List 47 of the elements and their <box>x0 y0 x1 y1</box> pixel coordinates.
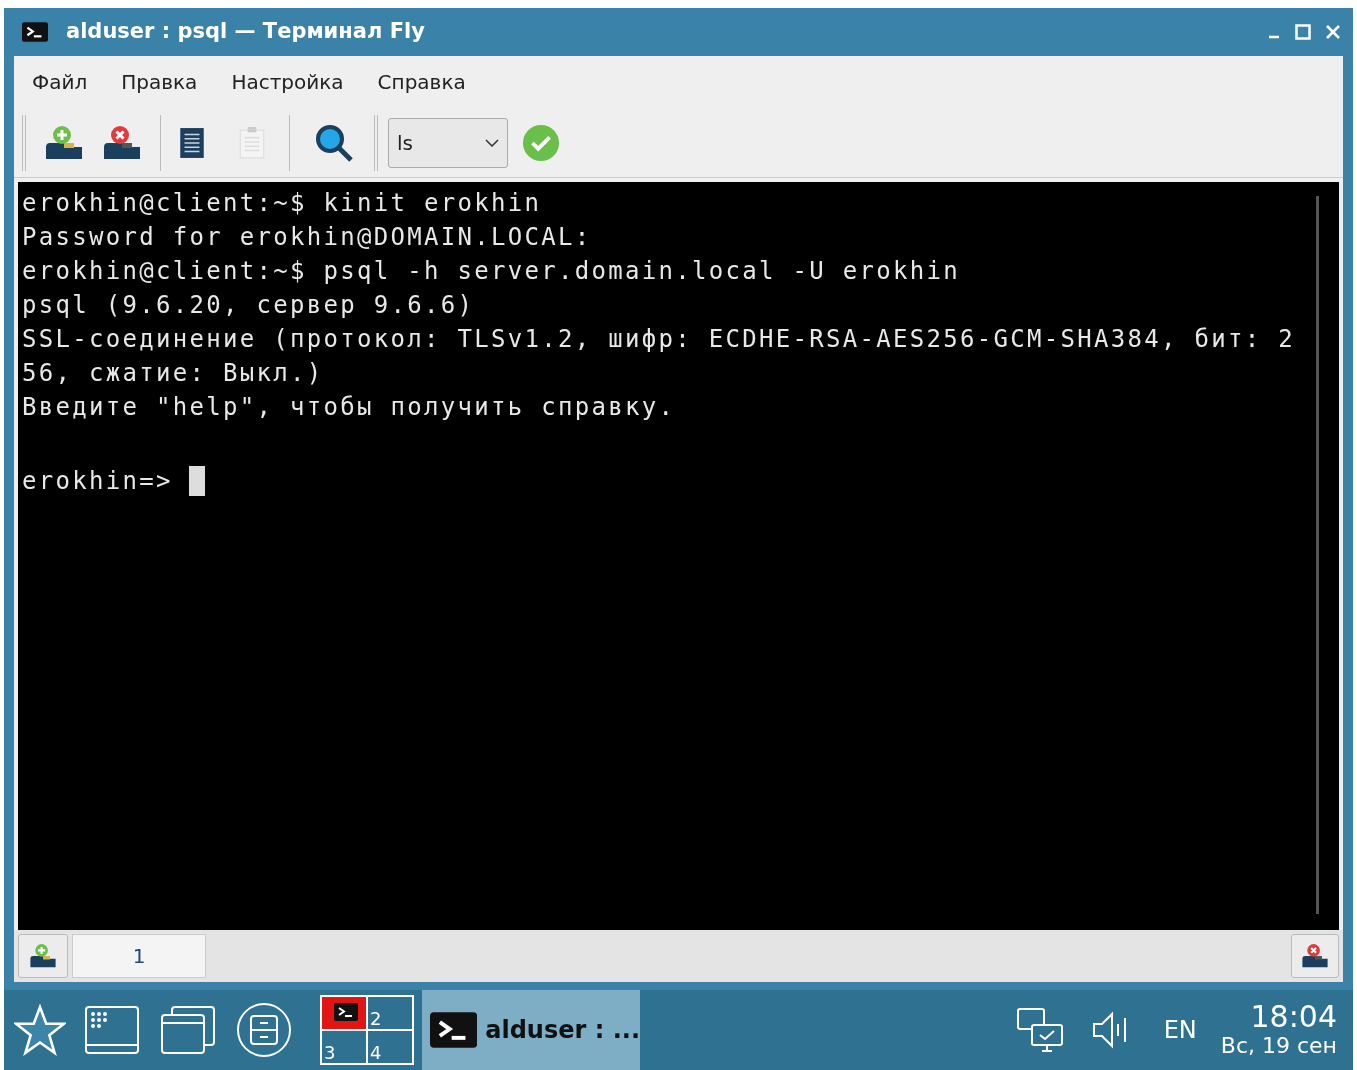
terminal-line: Password for erokhin@DOMAIN.LOCAL: <box>22 222 592 253</box>
desktop-pager-cell[interactable] <box>321 996 367 1030</box>
close-tab-icon <box>102 124 142 161</box>
terminal-line: psql (9.6.20, сервер 9.6.6) <box>22 290 475 321</box>
desktop-pager-cell[interactable]: 4 <box>367 1030 413 1064</box>
windows-icon[interactable] <box>160 1005 216 1055</box>
terminal-icon <box>430 1010 478 1050</box>
apps-grid-icon[interactable] <box>84 1005 140 1055</box>
new-tab-button[interactable] <box>18 934 68 978</box>
new-tab-icon <box>44 124 84 161</box>
copy-icon[interactable] <box>179 126 205 159</box>
search-icon[interactable] <box>314 122 354 163</box>
menu-item[interactable]: Файл <box>24 67 96 97</box>
terminal-line: 56, сжатие: Выкл.) <box>22 358 324 389</box>
new-tab-icon <box>29 943 57 969</box>
terminal-icon <box>334 1003 358 1021</box>
menu-item[interactable]: Правка <box>113 67 206 97</box>
desktop-pager-cell[interactable]: 3 <box>321 1030 367 1064</box>
terminal-icon <box>22 22 48 42</box>
clock-time[interactable]: 18:04 <box>1250 1001 1337 1033</box>
menu-item[interactable]: Настройка <box>223 67 352 97</box>
terminal-screen[interactable] <box>18 182 1339 930</box>
terminal-prompt: erokhin=> <box>22 466 173 497</box>
menu-item[interactable]: Справка <box>369 67 474 97</box>
terminal-line: Введите "help", чтобы получить справку. <box>22 392 676 423</box>
desktop-pager-cell[interactable]: 2 <box>367 996 413 1030</box>
command-dropdown[interactable]: ls <box>388 117 508 168</box>
tab[interactable]: 1 <box>72 934 206 978</box>
clock-date[interactable]: Вс, 19 сен <box>1220 1033 1337 1059</box>
window-title: alduser : psql — Терминал Fly <box>66 18 425 46</box>
close-tab-icon <box>1301 943 1329 969</box>
keyboard-layout[interactable]: EN <box>1163 1012 1197 1048</box>
close-tab-button[interactable] <box>1291 934 1339 978</box>
network-icon[interactable] <box>1015 1007 1064 1053</box>
drawer-icon[interactable] <box>236 1002 292 1058</box>
text-cursor <box>188 466 205 496</box>
check-icon[interactable] <box>522 123 560 162</box>
speaker-icon[interactable] <box>1091 1010 1128 1050</box>
terminal-line: erokhin@client:~$ kinit erokhin <box>22 188 542 219</box>
maximize-icon[interactable] <box>1295 24 1311 40</box>
taskbar-task[interactable]: alduser : ... <box>422 990 640 1070</box>
scrollbar[interactable] <box>1316 196 1319 914</box>
terminal-line: SSL-соединение (протокол: TLSv1.2, шифр: ECDHE-RSA-AES256-GCM-SHA384, бит: 2 <box>22 324 1295 355</box>
chevron-down-icon <box>485 138 499 147</box>
star-icon[interactable] <box>14 1004 66 1056</box>
terminal-line: erokhin@client:~$ psql -h server.domain.local -U erokhin <box>22 256 960 287</box>
close-icon[interactable] <box>1325 24 1341 40</box>
